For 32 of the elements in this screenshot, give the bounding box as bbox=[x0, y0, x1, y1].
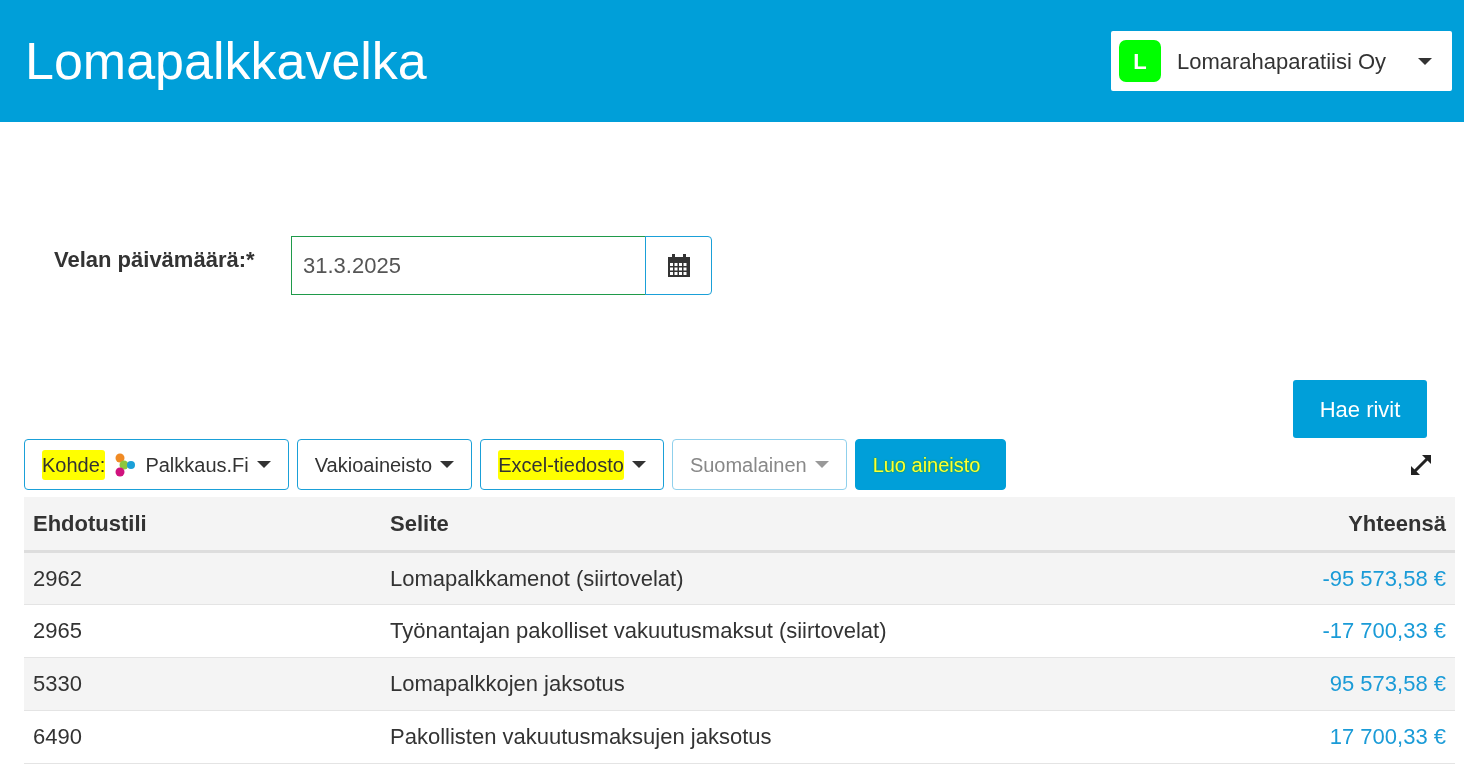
field-label: Velan päivämäärä:* bbox=[54, 246, 256, 274]
caret-icon bbox=[814, 461, 829, 468]
caret-icon bbox=[440, 461, 455, 468]
table-cell: -17 700,33 € bbox=[1223, 604, 1455, 657]
calendar-icon bbox=[666, 253, 691, 278]
table-cell: 5330 bbox=[24, 657, 381, 710]
date-field[interactable]: 31.3.2025 bbox=[291, 236, 646, 295]
company-dropdown[interactable]: L Lomarahaparatiisi Oy bbox=[1111, 31, 1452, 91]
column-header: Ehdotustili bbox=[24, 497, 381, 551]
table-cell: -95 573,58 € bbox=[1223, 551, 1455, 604]
table-cell: 17 700,33 € bbox=[1223, 710, 1455, 763]
column-header: Selite bbox=[381, 497, 1224, 551]
table-cell: 2965 bbox=[24, 604, 381, 657]
table-cell: 2962 bbox=[24, 551, 381, 604]
table-cell: Lomapalkkojen jaksotus bbox=[381, 657, 1224, 710]
dropdown-button[interactable]: Vakioaineisto bbox=[296, 439, 473, 490]
calendar-button[interactable] bbox=[645, 236, 712, 295]
dropdown-button[interactable]: Kohde: Palkkaus.Fi bbox=[24, 439, 289, 490]
expand-icon[interactable] bbox=[1409, 452, 1433, 477]
table-cell: 6490 bbox=[24, 710, 381, 763]
caret-icon bbox=[1418, 57, 1432, 65]
table-cell: 95 573,58 € bbox=[1223, 657, 1455, 710]
logo-icon bbox=[113, 452, 138, 477]
table-cell: Pakollisten vakuutusmaksujen jaksotus bbox=[381, 710, 1224, 763]
company-avatar: L bbox=[1119, 40, 1161, 82]
caret-icon bbox=[256, 461, 271, 468]
caret-icon bbox=[631, 461, 646, 468]
dropdown-button[interactable]: Excel-tiedosto bbox=[480, 439, 664, 490]
column-header: Yhteensä bbox=[1223, 497, 1455, 551]
table-cell: Työnantajan pakolliset vakuutusmaksut (siirtovelat) bbox=[381, 604, 1224, 657]
page-title: Lomapalkkavelka bbox=[25, 30, 427, 92]
table-cell: Lomapalkkamenot (siirtovelat) bbox=[381, 551, 1224, 604]
